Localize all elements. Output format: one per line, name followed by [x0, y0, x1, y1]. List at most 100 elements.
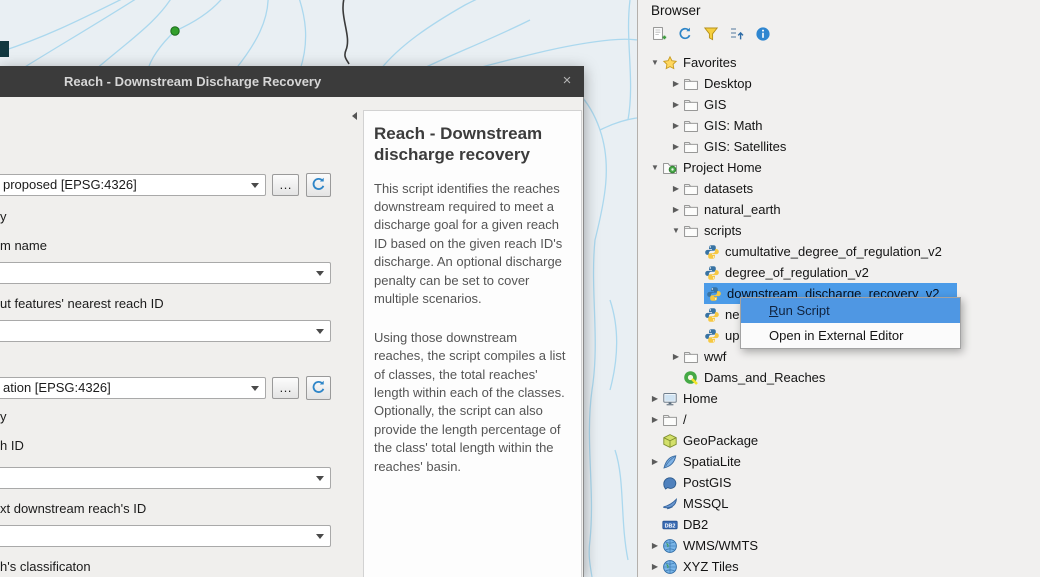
tree-item-label: MSSQL	[683, 496, 729, 511]
browser-panel: Browser ▼Favorites▶Desktop▶GIS▶GIS: Math…	[637, 0, 1040, 577]
expand-down-icon[interactable]: ▼	[648, 58, 662, 67]
tree-item-label: wwf	[704, 349, 726, 364]
tree-item-dams-and-reaches[interactable]: Dams_and_Reaches	[638, 367, 1040, 388]
tree-item-favorites[interactable]: ▼Favorites	[638, 52, 1040, 73]
filter-icon[interactable]	[701, 24, 721, 44]
field-combo-5[interactable]	[0, 467, 331, 489]
expand-right-icon[interactable]: ▶	[648, 415, 662, 424]
tree-item-label: GIS: Math	[704, 118, 763, 133]
tree-item-cumultative-degree-of-regulation-v2[interactable]: cumultative_degree_of_regulation_v2	[638, 241, 1040, 262]
tree-item-label: cumultative_degree_of_regulation_v2	[725, 244, 942, 259]
tree-item-label: WMS/WMTS	[683, 538, 758, 553]
folder-icon	[662, 412, 678, 428]
extent-combo[interactable]: ation [EPSG:4326]	[0, 377, 266, 399]
folder-icon	[683, 118, 699, 134]
menu-item-open-in-external-editor[interactable]: Open in External Editor	[741, 323, 960, 348]
add-layer-icon[interactable]	[649, 24, 669, 44]
tree-item-datasets[interactable]: ▶datasets	[638, 178, 1040, 199]
tree-item-root[interactable]: ▶/	[638, 409, 1040, 430]
refresh-icon	[310, 379, 327, 396]
python-icon	[704, 265, 720, 281]
refresh-icon[interactable]	[675, 24, 695, 44]
folder-icon	[683, 76, 699, 92]
expand-right-icon[interactable]: ▶	[669, 184, 683, 193]
processing-dialog: Reach - Downstream Discharge Recovery × …	[0, 66, 584, 577]
tree-item-scripts[interactable]: ▼ scripts	[638, 220, 1040, 241]
expand-right-icon[interactable]: ▶	[648, 394, 662, 403]
tree-item-label: scripts	[704, 223, 742, 238]
close-icon[interactable]: ×	[556, 66, 578, 95]
postgis-icon	[662, 475, 678, 491]
folder-icon	[683, 223, 699, 239]
expand-right-icon[interactable]: ▶	[648, 562, 662, 571]
layer-combo[interactable]: proposed [EPSG:4326]	[0, 174, 266, 196]
expand-right-icon[interactable]: ▶	[669, 121, 683, 130]
tree-item-label: degree_of_regulation_v2	[725, 265, 869, 280]
browse-button-2[interactable]: …	[272, 377, 299, 399]
tree-item-label: GIS: Satellites	[704, 139, 786, 154]
refresh-layer-button[interactable]	[306, 173, 331, 197]
help-title: Reach - Downstream discharge recovery	[374, 123, 544, 166]
svg-text:DB2: DB2	[665, 523, 676, 529]
globe-icon	[662, 559, 678, 575]
globe-icon	[662, 538, 678, 554]
tree-item-db2[interactable]: DB2DB2	[638, 514, 1040, 535]
expand-right-icon[interactable]: ▶	[648, 541, 662, 550]
folder-icon	[683, 139, 699, 155]
tree-item-label: /	[683, 412, 687, 427]
chevron-down-icon	[316, 476, 324, 481]
panel-collapse-arrow[interactable]	[352, 112, 357, 120]
tree-item-gis[interactable]: ▶GIS	[638, 94, 1040, 115]
expand-down-icon[interactable]: ▼	[648, 163, 662, 172]
tree-item-geopackage[interactable]: GeoPackage	[638, 430, 1040, 451]
tree-item-project-home[interactable]: ▼Project Home	[638, 157, 1040, 178]
field-combo-2[interactable]	[0, 262, 331, 284]
station-marker	[171, 27, 179, 35]
chevron-down-icon	[251, 183, 259, 188]
tree-item-spatialite[interactable]: ▶ SpatiaLite	[638, 451, 1040, 472]
tree-item-xyz-tiles[interactable]: ▶XYZ Tiles	[638, 556, 1040, 577]
field-combo-6[interactable]	[0, 525, 331, 547]
db2-icon: DB2	[662, 517, 678, 533]
expand-right-icon[interactable]: ▶	[648, 457, 662, 466]
refresh-extent-button[interactable]	[306, 376, 331, 400]
tree-item-label: Home	[683, 391, 718, 406]
tree-item-postgis[interactable]: PostGIS	[638, 472, 1040, 493]
browse-button[interactable]: …	[272, 174, 299, 196]
tree-item-gis-math[interactable]: ▶ GIS: Math	[638, 115, 1040, 136]
tree-item-natural-earth[interactable]: ▶ natural_earth	[638, 199, 1040, 220]
collapse-all-icon[interactable]	[727, 24, 747, 44]
tree-item-label: PostGIS	[683, 475, 731, 490]
label-classification: h's classificaton	[0, 559, 91, 574]
python-icon	[704, 328, 720, 344]
label-column-name: m name	[0, 238, 47, 253]
tree-item-wms-wmts[interactable]: ▶ WMS/WMTS	[638, 535, 1040, 556]
tree-item-wwf[interactable]: ▶ wwf	[638, 346, 1040, 367]
refresh-icon	[310, 176, 327, 193]
expand-down-icon[interactable]: ▼	[669, 226, 683, 235]
dialog-titlebar[interactable]: Reach - Downstream Discharge Recovery ×	[0, 66, 584, 97]
info-icon[interactable]	[753, 24, 773, 44]
chevron-down-icon	[316, 271, 324, 276]
tree-item-label: natural_earth	[704, 202, 781, 217]
help-paragraph: This script identifies the reaches downs…	[374, 180, 569, 309]
tree-item-desktop[interactable]: ▶Desktop	[638, 73, 1040, 94]
folder-icon	[683, 349, 699, 365]
expand-right-icon[interactable]: ▶	[669, 100, 683, 109]
expand-right-icon[interactable]: ▶	[669, 205, 683, 214]
menu-item-run-script[interactable]: Run Script	[741, 298, 960, 323]
tree-item-label: SpatiaLite	[683, 454, 741, 469]
tree-item-label: GeoPackage	[683, 433, 758, 448]
label-reach-id: h ID	[0, 438, 24, 453]
expand-right-icon[interactable]: ▶	[669, 142, 683, 151]
tree-item-gis-satellites[interactable]: ▶ GIS: Satellites	[638, 136, 1040, 157]
layer-combo-value: proposed [EPSG:4326]	[3, 175, 245, 195]
field-combo-3[interactable]	[0, 320, 331, 342]
expand-right-icon[interactable]: ▶	[669, 79, 683, 88]
tree-item-mssql[interactable]: MSSQL	[638, 493, 1040, 514]
tree-item-home[interactable]: ▶ Home	[638, 388, 1040, 409]
tree-item-degree-of-regulation-v2[interactable]: degree_of_regulation_v2	[638, 262, 1040, 283]
tree-item-label: Dams_and_Reaches	[704, 370, 825, 385]
browser-toolbar	[649, 24, 773, 44]
expand-right-icon[interactable]: ▶	[669, 352, 683, 361]
